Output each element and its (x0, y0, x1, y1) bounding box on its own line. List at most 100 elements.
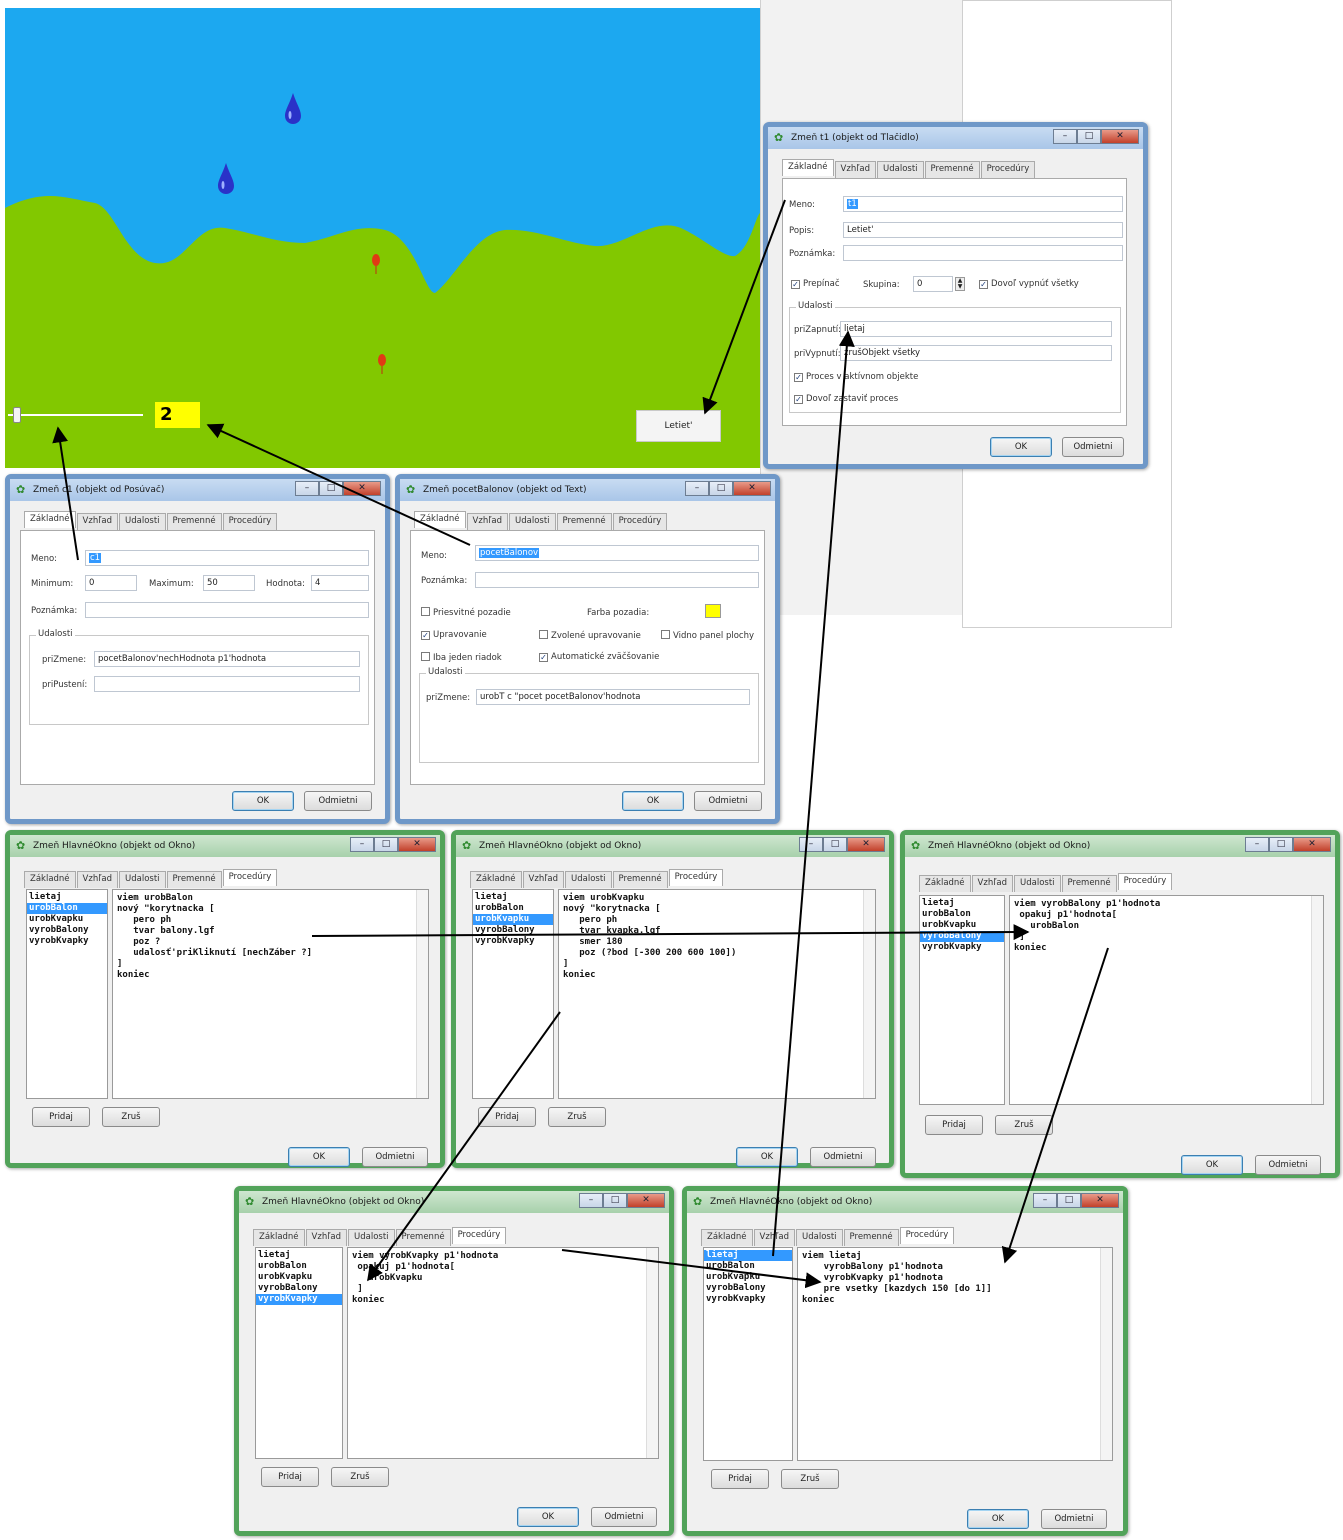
add-button[interactable]: Pridaj (925, 1115, 983, 1135)
list-item[interactable]: urobKvapku (256, 1272, 342, 1283)
remove-button[interactable]: Zruš (995, 1115, 1053, 1135)
tab-vzhlad[interactable]: Vzhľad (522, 871, 565, 888)
ok-button[interactable]: OK (967, 1509, 1029, 1529)
ok-button[interactable]: OK (288, 1147, 350, 1167)
tab-udalosti[interactable]: Udalosti (1014, 875, 1061, 892)
remove-button[interactable]: Zruš (331, 1467, 389, 1487)
auto-grow-checkbox[interactable]: ✓ Automatické zväčšovanie (539, 652, 659, 662)
ok-button[interactable]: OK (232, 791, 294, 811)
tab-procedury[interactable]: Procedúry (451, 1227, 507, 1244)
tab-procedury[interactable]: Procedúry (1117, 873, 1173, 890)
cancel-button[interactable]: Odmietni (591, 1507, 657, 1527)
remove-button[interactable]: Zruš (781, 1469, 839, 1489)
code-editor[interactable]: viem vyrobBalony p1'hodnota opakuj p1'ho… (1009, 895, 1324, 1105)
list-item[interactable]: vyrobKvapky (704, 1294, 792, 1305)
note-field[interactable] (843, 245, 1123, 261)
allow-stop-checkbox[interactable]: ✓ Dovoľ zastaviť proces (794, 394, 898, 404)
window-titlebar[interactable]: ✿ Zmeň HlavnéOkno (objekt od Okno) – □ ✕ (239, 1191, 669, 1213)
window-titlebar[interactable]: ✿ Zmeň c1 (objekt od Posúvač) – □ ✕ (10, 479, 385, 501)
window-titlebar[interactable]: ✿ Zmeň HlavnéOkno (objekt od Okno) – □ ✕ (456, 835, 889, 857)
on-change-field[interactable]: pocetBalonov'nechHodnota p1'hodnota (94, 651, 360, 667)
list-item[interactable]: vyrobBalony (27, 925, 107, 936)
close-button[interactable]: ✕ (1081, 1193, 1119, 1208)
tab-zakladne[interactable]: Základné (782, 159, 834, 176)
close-button[interactable]: ✕ (733, 481, 771, 496)
maximize-button[interactable]: □ (1269, 837, 1293, 852)
cancel-button[interactable]: Odmietni (1041, 1509, 1107, 1529)
tab-premenne[interactable]: Premenné (1061, 875, 1117, 892)
list-item[interactable]: lietaj (704, 1250, 792, 1261)
active-process-checkbox[interactable]: ✓ Proces v aktívnom objekte (794, 372, 918, 382)
minimize-button[interactable]: – (685, 481, 709, 496)
tab-vzhlad[interactable]: Vzhľad (753, 1229, 796, 1246)
code-editor[interactable]: viem vyrobKvapky p1'hodnota opakuj p1'ho… (347, 1247, 659, 1459)
minimize-button[interactable]: – (350, 837, 374, 852)
caption-field[interactable]: Letiet' (843, 222, 1123, 238)
balloon-count-slider[interactable] (8, 405, 143, 425)
scrollbar[interactable] (646, 1248, 658, 1458)
tab-udalosti[interactable]: Udalosti (877, 161, 924, 178)
list-item[interactable]: urobBalon (473, 903, 553, 914)
procedure-list[interactable]: lietaj urobBalon urobKvapku vyrobBalony … (919, 895, 1005, 1105)
min-field[interactable]: 0 (85, 575, 137, 591)
tab-zakladne[interactable]: Základné (919, 875, 971, 892)
code-editor[interactable]: viem urobBalon nový "korytnacka [ pero p… (112, 889, 429, 1099)
tab-zakladne[interactable]: Základné (414, 511, 466, 528)
note-field[interactable] (475, 572, 759, 588)
tab-vzhlad[interactable]: Vzhľad (971, 875, 1014, 892)
add-button[interactable]: Pridaj (478, 1107, 536, 1127)
scrollbar[interactable] (1100, 1248, 1112, 1460)
allow-off-checkbox[interactable]: ✓ Dovoľ vypnúť všetky (979, 279, 1079, 289)
list-item[interactable]: lietaj (27, 892, 107, 903)
code-editor[interactable]: viem lietaj vyrobBalony p1'hodnota vyrob… (797, 1247, 1113, 1461)
tab-vzhlad[interactable]: Vzhľad (834, 161, 877, 178)
tab-procedury[interactable]: Procedúry (980, 161, 1036, 178)
tab-udalosti[interactable]: Udalosti (348, 1229, 395, 1246)
close-button[interactable]: ✕ (398, 837, 436, 852)
procedure-list[interactable]: lietaj urobBalon urobKvapku vyrobBalony … (703, 1247, 793, 1461)
tab-udalosti[interactable]: Udalosti (509, 513, 556, 530)
close-button[interactable]: ✕ (1293, 837, 1331, 852)
procedure-list[interactable]: lietaj urobBalon urobKvapku vyrobBalony … (255, 1247, 343, 1459)
maximize-button[interactable]: □ (1077, 129, 1101, 144)
on-release-field[interactable]: zrušObjekt všetky (840, 345, 1112, 361)
minimize-button[interactable]: – (1033, 1193, 1057, 1208)
list-item[interactable]: vyrobBalony (256, 1283, 342, 1294)
tab-premenne[interactable]: Premenné (556, 513, 612, 530)
group-field[interactable]: 0 (913, 276, 953, 292)
transparent-bg-checkbox[interactable]: Priesvitné pozadie (421, 607, 511, 618)
close-button[interactable]: ✕ (627, 1193, 665, 1208)
on-press-field[interactable]: lietaj (840, 321, 1112, 337)
tab-procedury[interactable]: Procedúry (668, 869, 724, 886)
scrollbar[interactable] (416, 890, 428, 1098)
list-item[interactable]: vyrobBalony (473, 925, 553, 936)
list-item[interactable]: lietaj (256, 1250, 342, 1261)
maximize-button[interactable]: □ (374, 837, 398, 852)
maximize-button[interactable]: □ (709, 481, 733, 496)
add-button[interactable]: Pridaj (261, 1467, 319, 1487)
maximize-button[interactable]: □ (319, 481, 343, 496)
name-field[interactable]: c1 (85, 550, 369, 566)
tab-vzhlad[interactable]: Vzhľad (76, 513, 119, 530)
bg-color-swatch[interactable] (705, 604, 721, 618)
ok-button[interactable]: OK (990, 437, 1052, 457)
remove-button[interactable]: Zruš (102, 1107, 160, 1127)
close-button[interactable]: ✕ (343, 481, 381, 496)
tab-udalosti[interactable]: Udalosti (565, 871, 612, 888)
tab-vzhlad[interactable]: Vzhľad (466, 513, 509, 530)
tab-udalosti[interactable]: Udalosti (119, 871, 166, 888)
code-editor[interactable]: viem urobKvapku nový "korytnacka [ pero … (558, 889, 876, 1099)
selected-editing-checkbox[interactable]: Zvolené upravovanie (539, 630, 641, 641)
ok-button[interactable]: OK (1181, 1155, 1243, 1175)
group-spinner[interactable]: ▲ ▼ (955, 277, 965, 291)
window-titlebar[interactable]: ✿ Zmeň HlavnéOkno (objekt od Okno) – □ ✕ (10, 835, 440, 857)
ok-button[interactable]: OK (517, 1507, 579, 1527)
procedure-list[interactable]: lietaj urobBalon urobKvapku vyrobBalony … (26, 889, 108, 1099)
tab-vzhlad[interactable]: Vzhľad (76, 871, 119, 888)
cancel-button[interactable]: Odmietni (1062, 437, 1124, 457)
close-button[interactable]: ✕ (1101, 129, 1139, 144)
tab-zakladne[interactable]: Základné (24, 511, 76, 528)
cancel-button[interactable]: Odmietni (694, 791, 762, 811)
cancel-button[interactable]: Odmietni (362, 1147, 428, 1167)
list-item[interactable]: lietaj (920, 898, 1004, 909)
